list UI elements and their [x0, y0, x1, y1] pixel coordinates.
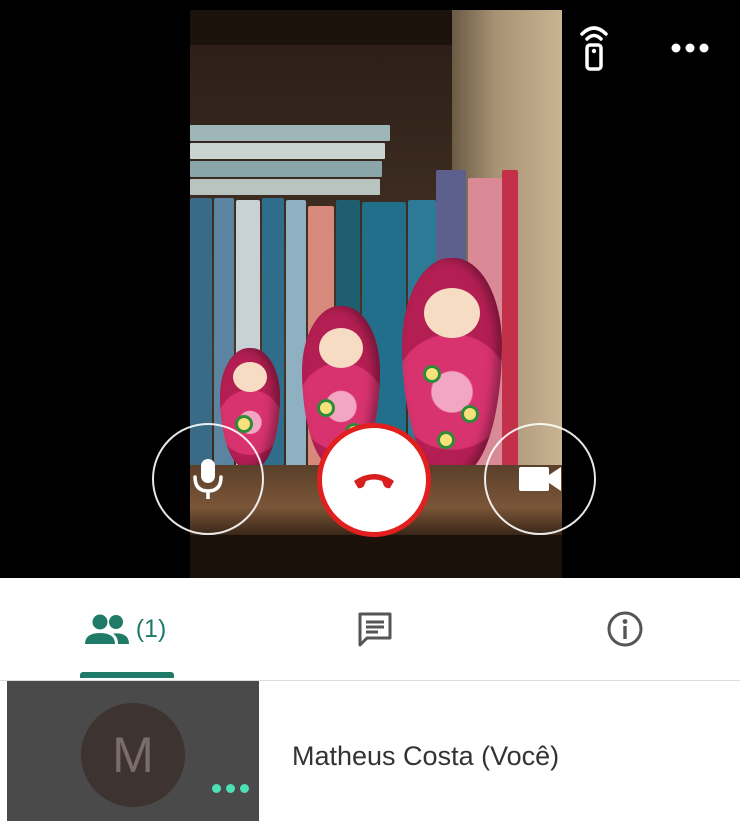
tab-bar: (1): [0, 578, 740, 681]
tab-chat[interactable]: [270, 578, 480, 680]
info-icon: [607, 611, 643, 647]
mute-microphone-button[interactable]: [152, 423, 264, 535]
cast-button[interactable]: [574, 24, 614, 72]
participant-row[interactable]: M Matheus Costa (Você): [0, 681, 740, 821]
people-icon: [84, 614, 129, 644]
toggle-camera-button[interactable]: [484, 423, 596, 535]
phone-hangup-icon: [354, 474, 394, 489]
participant-tile: M: [7, 681, 259, 821]
participant-count: (1): [135, 614, 167, 643]
more-horizontal-icon: [671, 43, 709, 53]
microphone-icon: [193, 459, 223, 499]
participant-name: Matheus Costa (Você): [292, 741, 560, 771]
cast-remote-icon: [580, 26, 608, 71]
end-call-button[interactable]: [317, 423, 431, 537]
participant-options-button[interactable]: [212, 784, 249, 793]
active-tab-indicator: [80, 672, 174, 678]
avatar: M: [81, 703, 185, 807]
tab-info[interactable]: [520, 578, 730, 680]
more-dots-icon: [212, 784, 221, 793]
avatar-initial: M: [112, 727, 154, 783]
video-feed: [0, 0, 740, 578]
more-options-button[interactable]: [666, 30, 714, 66]
tab-participants[interactable]: (1): [10, 578, 240, 680]
chat-icon: [358, 612, 392, 647]
video-camera-icon: [519, 467, 561, 491]
